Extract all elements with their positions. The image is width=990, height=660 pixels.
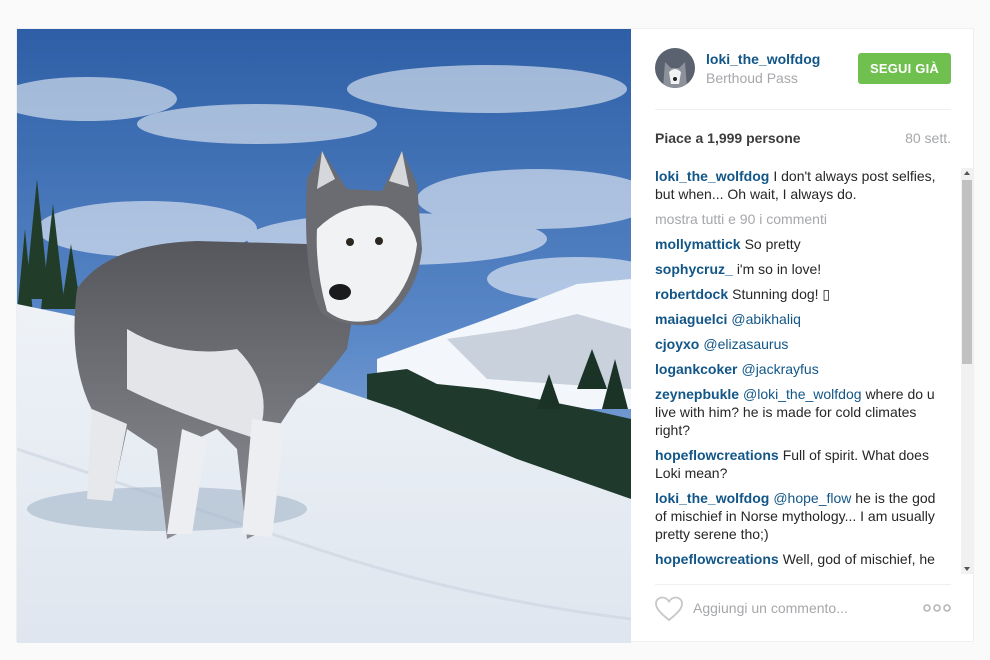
scroll-down-arrow-icon[interactable] bbox=[961, 564, 973, 574]
heart-outline-icon[interactable] bbox=[655, 596, 683, 622]
comment-mention[interactable]: @elizasaurus bbox=[703, 336, 788, 352]
comment-author[interactable]: logankcoker bbox=[655, 361, 737, 377]
comment-author[interactable]: maiaguelci bbox=[655, 311, 727, 327]
comment-mention[interactable]: @hope_flow bbox=[773, 490, 851, 506]
comment-author[interactable]: mollymattick bbox=[655, 236, 741, 252]
husky-snow-photo bbox=[17, 29, 631, 643]
comment-item: hopeflowcreations Well, god of mischief, … bbox=[655, 550, 947, 571]
post-location[interactable]: Berthoud Pass bbox=[706, 70, 798, 86]
comment-mention[interactable]: @abikhaliq bbox=[731, 311, 800, 327]
comment-mention[interactable]: @jackrayfus bbox=[741, 361, 818, 377]
likes-count[interactable]: Piace a 1,999 persone bbox=[655, 130, 801, 146]
caption: loki_the_wolfdog I don't always post self… bbox=[655, 167, 947, 203]
comment-item: robertdock Stunning dog! ▯ bbox=[655, 285, 947, 303]
comment-item: logankcoker @jackrayfus bbox=[655, 360, 947, 378]
post-sidebar: loki_the_wolfdog Berthoud Pass SEGUI GIÀ… bbox=[631, 29, 975, 643]
comment-text: So pretty bbox=[744, 236, 801, 252]
comment-text: i'm so in love! bbox=[736, 261, 822, 277]
show-all-comments-link[interactable]: mostra tutti e 90 i commenti bbox=[655, 210, 947, 228]
post-header: loki_the_wolfdog Berthoud Pass SEGUI GIÀ bbox=[655, 48, 951, 110]
avatar[interactable] bbox=[655, 48, 695, 88]
comment-author[interactable]: hopeflowcreations bbox=[655, 447, 779, 463]
comment-item: zeynepbukle @loki_the_wolfdog where do u … bbox=[655, 385, 947, 439]
comment-item: mollymattick So pretty bbox=[655, 235, 947, 253]
author-username[interactable]: loki_the_wolfdog bbox=[706, 51, 820, 67]
post-container: loki_the_wolfdog Berthoud Pass SEGUI GIÀ… bbox=[16, 28, 975, 643]
post-stats: Piace a 1,999 persone 80 sett. bbox=[655, 130, 951, 150]
comment-author[interactable]: loki_the_wolfdog bbox=[655, 490, 769, 506]
comment-item: cjoyxo @elizasaurus bbox=[655, 335, 947, 353]
comment-author[interactable]: zeynepbukle bbox=[655, 386, 739, 402]
scroll-up-arrow-icon[interactable] bbox=[961, 168, 973, 178]
comment-input[interactable] bbox=[693, 597, 913, 619]
comment-author[interactable]: hopeflowcreations bbox=[655, 551, 779, 567]
three-dots-icon[interactable] bbox=[923, 598, 951, 618]
comment-item: sophycruz_ i'm so in love! bbox=[655, 260, 947, 278]
comments-list[interactable]: loki_the_wolfdog I don't always post self… bbox=[655, 167, 947, 571]
comment-item: loki_the_wolfdog @hope_flow he is the god… bbox=[655, 489, 947, 543]
post-footer bbox=[655, 584, 951, 634]
comment-author[interactable]: sophycruz_ bbox=[655, 261, 733, 277]
comment-text: Stunning dog! ▯ bbox=[732, 286, 831, 302]
follow-button[interactable]: SEGUI GIÀ bbox=[858, 53, 951, 84]
comment-author[interactable]: robertdock bbox=[655, 286, 728, 302]
post-timestamp[interactable]: 80 sett. bbox=[905, 130, 951, 146]
caption-author[interactable]: loki_the_wolfdog bbox=[655, 168, 769, 184]
comments-scrollbar[interactable] bbox=[961, 168, 973, 574]
comment-item: maiaguelci @abikhaliq bbox=[655, 310, 947, 328]
comment-mention[interactable]: @loki_the_wolfdog bbox=[743, 386, 862, 402]
comment-author[interactable]: cjoyxo bbox=[655, 336, 699, 352]
post-photo[interactable] bbox=[17, 29, 631, 643]
comment-item: hopeflowcreations Full of spirit. What do… bbox=[655, 446, 947, 482]
scroll-thumb[interactable] bbox=[962, 180, 972, 364]
